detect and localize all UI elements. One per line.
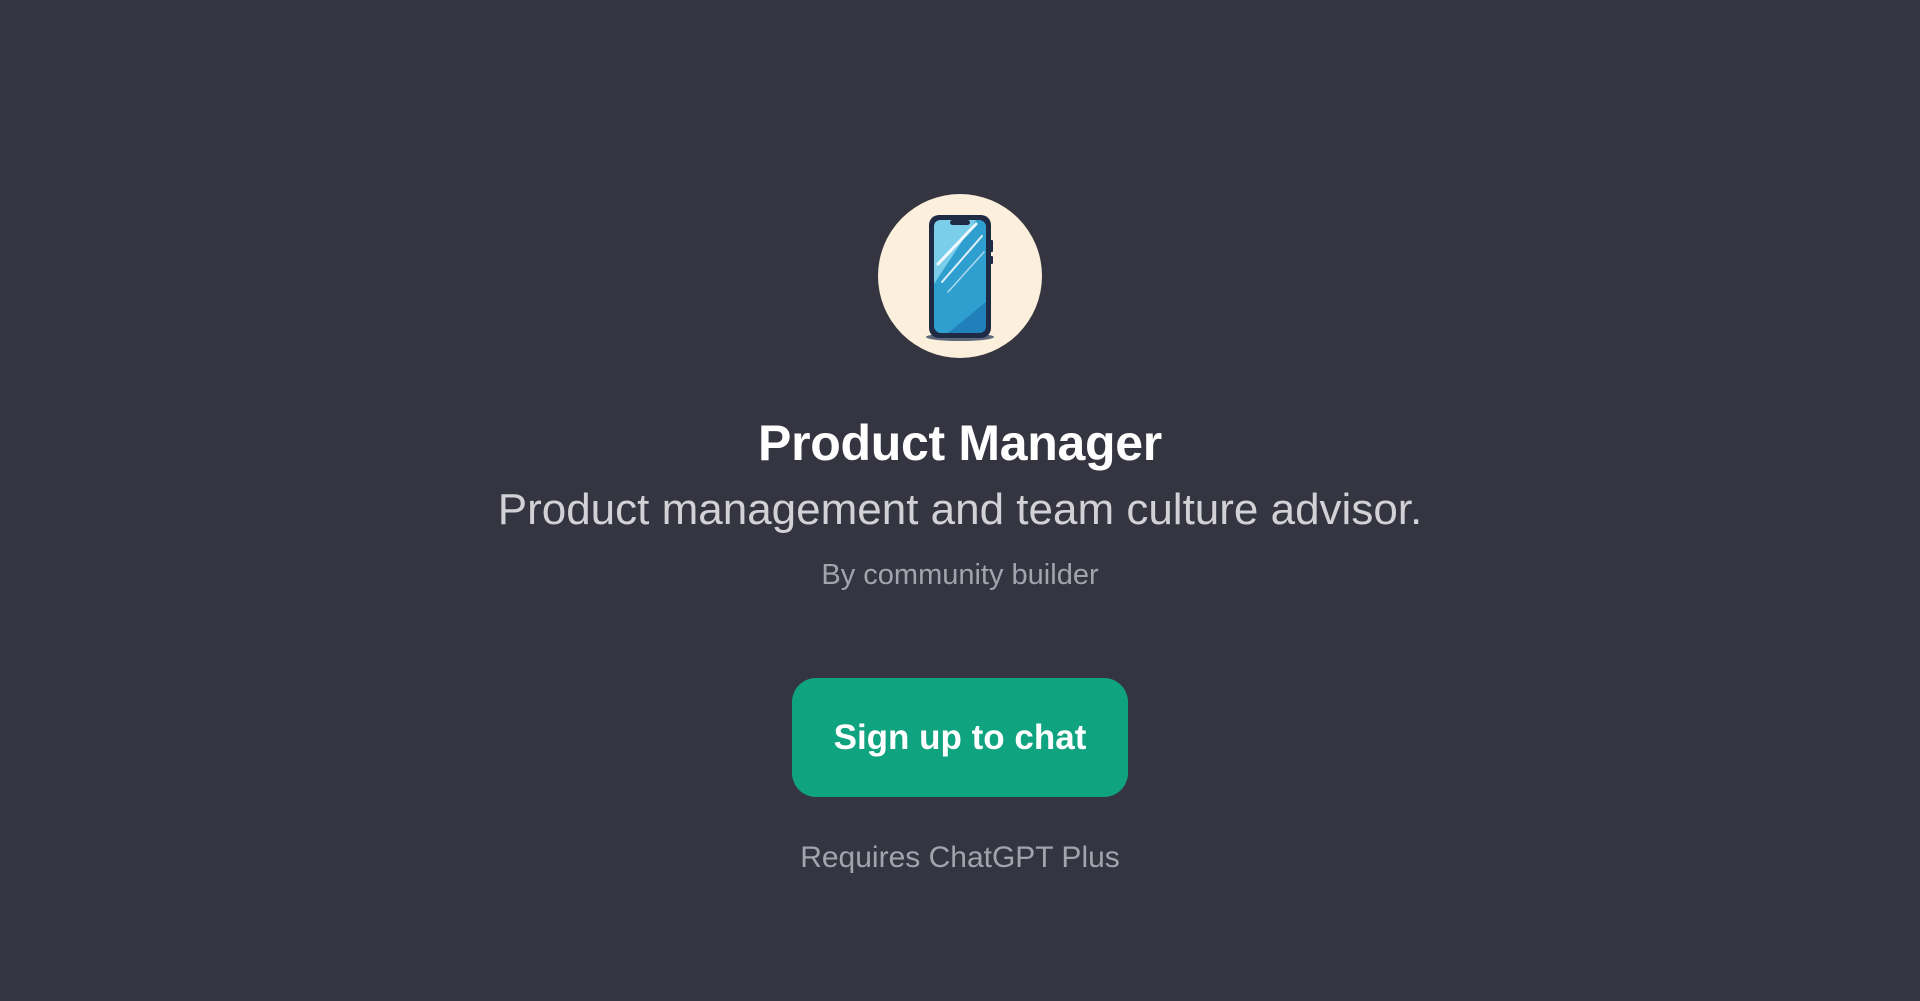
smartphone-icon (926, 215, 994, 341)
sign-up-to-chat-button[interactable]: Sign up to chat (792, 678, 1128, 797)
gpt-landing-page: Product Manager Product management and t… (0, 0, 1920, 1001)
gpt-avatar (878, 194, 1042, 358)
requirement-note: Requires ChatGPT Plus (800, 841, 1120, 874)
gpt-author: By community builder (821, 559, 1099, 591)
gpt-description: Product management and team culture advi… (497, 485, 1423, 534)
gpt-title: Product Manager (758, 415, 1162, 471)
